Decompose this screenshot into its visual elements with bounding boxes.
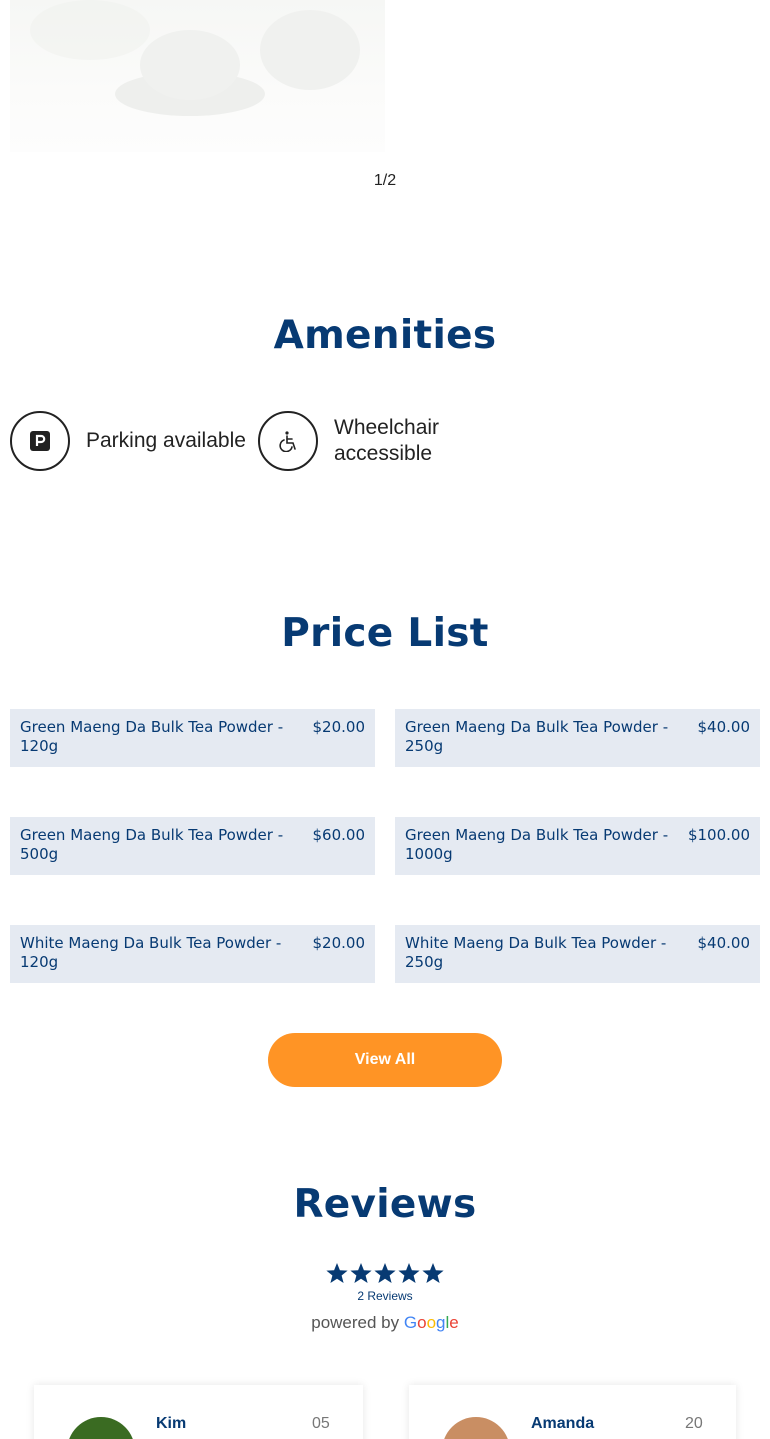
reviews-count[interactable]: 2 Reviews (0, 1289, 770, 1303)
price-item-name: White Maeng Da Bulk Tea Powder - 250g (405, 934, 667, 971)
view-all-button[interactable]: View All (268, 1033, 502, 1087)
powered-by-google: powered by Google (0, 1313, 770, 1333)
avatar (67, 1417, 135, 1439)
price-item: Green Maeng Da Bulk Tea Powder - 120g $2… (10, 709, 375, 767)
price-item-name: Green Maeng Da Bulk Tea Powder - 120g (20, 718, 284, 755)
review-author: Kim (156, 1415, 187, 1432)
gallery-counter: 1/2 (373, 172, 397, 189)
price-item: Green Maeng Da Bulk Tea Powder - 500g $6… (10, 817, 375, 875)
review-date: 20 (685, 1415, 703, 1432)
star-icon (422, 1263, 444, 1283)
price-item: Green Maeng Da Bulk Tea Powder - 250g $4… (395, 709, 760, 767)
google-logo: Google (403, 1313, 459, 1332)
amenity-label: Parking available (86, 429, 246, 452)
amenity-label: Wheelchair accessible (334, 416, 440, 465)
amenity-parking: Parking available (10, 411, 246, 471)
rating-stars (0, 1262, 770, 1291)
price-item: White Maeng Da Bulk Tea Powder - 250g $4… (395, 925, 760, 983)
price-list-title: Price List (281, 611, 489, 656)
avatar (442, 1417, 510, 1439)
price-item: White Maeng Da Bulk Tea Powder - 120g $2… (10, 925, 375, 983)
star-icon (398, 1263, 420, 1283)
price-item-value: $60.00 (312, 826, 366, 844)
gallery-image[interactable] (10, 0, 385, 152)
reviews-title: Reviews (293, 1182, 477, 1227)
star-icon (374, 1263, 396, 1283)
powered-by-label: powered by (311, 1313, 400, 1332)
amenity-wheelchair: Wheelchair accessible (258, 411, 484, 471)
price-item-value: $20.00 (312, 934, 366, 952)
price-item-value: $20.00 (312, 718, 366, 736)
price-item-name: White Maeng Da Bulk Tea Powder - 120g (20, 934, 282, 971)
price-item-value: $100.00 (687, 826, 750, 844)
review-date: 05 (312, 1415, 330, 1432)
parking-icon (10, 411, 70, 471)
price-item-value: $40.00 (697, 718, 751, 736)
review-card: Kim 05 (34, 1385, 363, 1439)
star-icon (350, 1263, 372, 1283)
star-icon (326, 1263, 348, 1283)
amenities-title: Amenities (273, 313, 497, 358)
price-item-value: $40.00 (697, 934, 751, 952)
review-author: Amanda (531, 1415, 595, 1432)
price-item-name: Green Maeng Da Bulk Tea Powder - 500g (20, 826, 284, 863)
review-card: Amanda 20 (409, 1385, 736, 1439)
price-item-name: Green Maeng Da Bulk Tea Powder - 250g (405, 718, 669, 755)
wheelchair-icon (258, 411, 318, 471)
price-item: Green Maeng Da Bulk Tea Powder - 1000g $… (395, 817, 760, 875)
price-item-name: Green Maeng Da Bulk Tea Powder - 1000g (405, 826, 669, 863)
